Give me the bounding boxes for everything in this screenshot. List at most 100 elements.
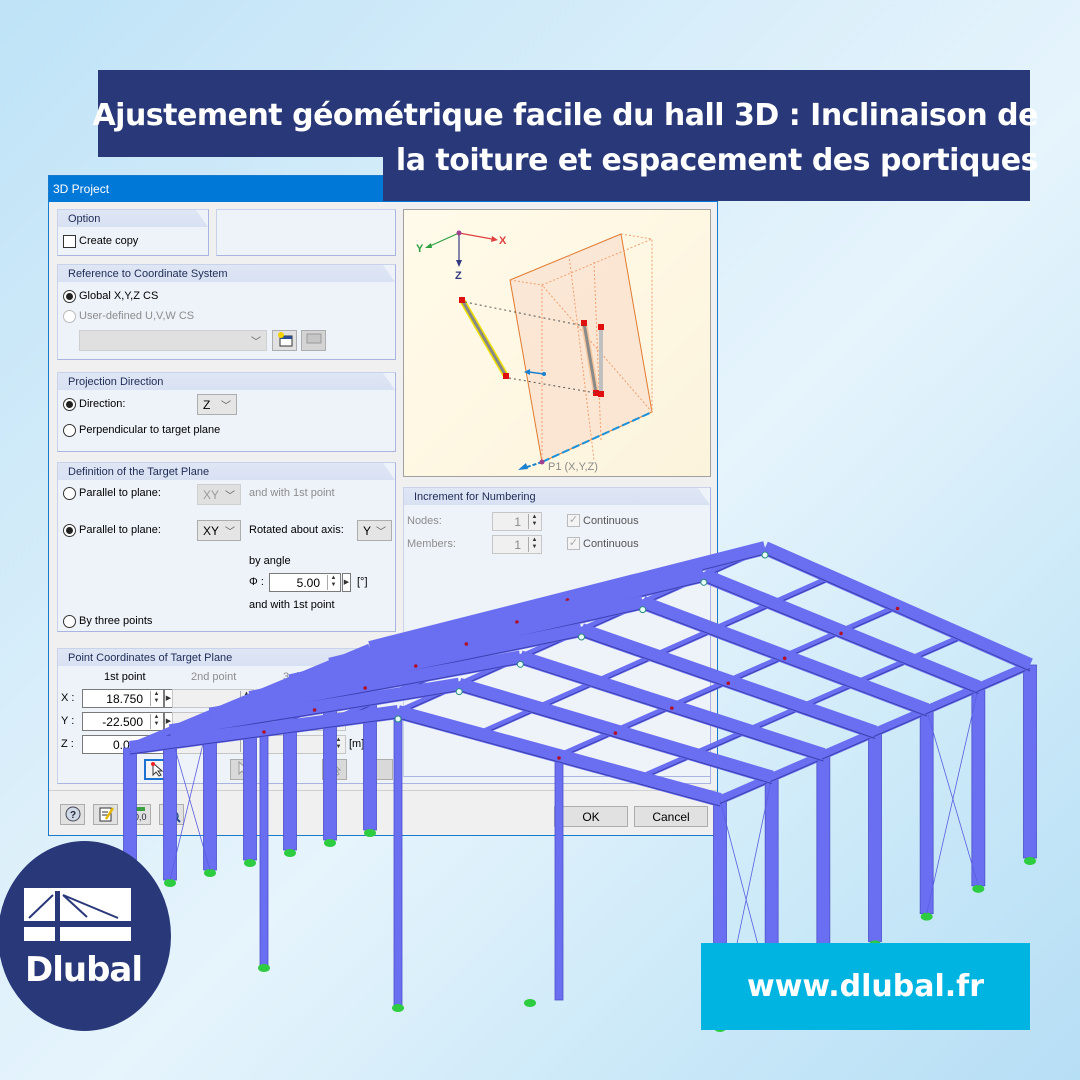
footer-divider (49, 790, 717, 791)
nodes-increment-input[interactable]: 1 ▲ ▼ (492, 512, 542, 531)
new-window-icon (277, 332, 292, 347)
y-label: Y : (61, 715, 75, 727)
x3-input[interactable]: ▲ ▼ (264, 689, 346, 708)
phi-spinner[interactable]: ▲ ▼ (327, 575, 339, 590)
pick-point-3-button[interactable] (322, 759, 347, 780)
user-defined-cs-radio[interactable] (63, 310, 76, 323)
z2-spinner[interactable]: ▲ ▼ (240, 737, 252, 752)
parallel-plane-1-value: XY (203, 488, 220, 502)
chevron-down-icon: ﹀ (225, 491, 235, 502)
p1-label: P1 (X,Y,Z) (548, 461, 598, 473)
z2-input[interactable]: ▲ ▼ (172, 735, 254, 754)
z3-spinner[interactable]: ▲ ▼ (332, 737, 344, 752)
nodes-label: Nodes: (407, 515, 442, 527)
x1-spinner[interactable]: ▲ ▼ (150, 691, 162, 706)
phi-unit: [°] (357, 576, 368, 588)
perpendicular-radio[interactable] (63, 424, 76, 437)
x2-spinner[interactable]: ▲ ▼ (240, 691, 252, 706)
rafter-right (701, 568, 981, 694)
help-button[interactable]: ? (60, 804, 85, 825)
new-cs-button[interactable] (272, 330, 297, 351)
parallel-plane-2-select[interactable]: XY ﹀ (197, 520, 241, 541)
z3-input[interactable]: ▲ ▼ (264, 735, 346, 754)
member-node (726, 681, 731, 686)
y1-spinner[interactable]: ▲ ▼ (150, 714, 162, 729)
nodes-spinner[interactable]: ▲ ▼ (528, 514, 540, 529)
edit-icon (99, 807, 114, 822)
hinge-node (761, 551, 769, 559)
parallel-plane-1-radio[interactable] (63, 487, 76, 500)
member-node (895, 606, 900, 611)
phi-angle-input[interactable]: 5.00 ▲ ▼ (269, 573, 341, 592)
pick-three-points-button[interactable] (368, 759, 393, 780)
y1-value: -22.500 (102, 715, 143, 729)
projection-diagram: X Y Z P1 (X,Y,Z) (416, 230, 653, 473)
rotated-axis-select[interactable]: Y ﹀ (357, 520, 392, 541)
members-increment-input[interactable]: 1 ▲ ▼ (492, 535, 542, 554)
chevron-down-icon: ﹀ (225, 527, 235, 538)
z1-spinner[interactable]: ▲ ▼ (150, 737, 162, 752)
direction-select[interactable]: Z ﹀ (197, 394, 237, 415)
column-right (919, 709, 934, 915)
column-right (1023, 664, 1037, 859)
cursor-pick-icon (330, 760, 341, 776)
parallel-plane-1-select[interactable]: XY ﹀ (197, 484, 241, 505)
pick-point-1-button[interactable] (144, 759, 169, 780)
headline-line-1: Ajustement géométrique facile du hall 3D… (92, 98, 1038, 133)
three-points-label: By three points (79, 615, 153, 627)
x2-input[interactable]: ▲ ▼ (172, 689, 254, 708)
edit-cs-button[interactable] (301, 330, 326, 351)
cancel-button[interactable]: Cancel (634, 806, 708, 827)
members-continuous-label: Continuous (583, 538, 639, 550)
parallel-plane-2-radio[interactable] (63, 524, 76, 537)
rafter-right (762, 541, 1033, 672)
members-continuous-checkbox[interactable]: ✓ (567, 537, 580, 550)
pick-point-2-button[interactable] (230, 759, 255, 780)
z1-value: 0.000 (112, 738, 143, 752)
target-plane-box (509, 233, 653, 463)
y3-spinner[interactable]: ▲ ▼ (332, 714, 344, 729)
projection-direction-group: Projection Direction Direction: Z ﹀ Perp… (57, 372, 396, 452)
three-points-radio[interactable] (63, 615, 76, 628)
column-right (816, 754, 831, 970)
dlubal-logo (0, 841, 171, 1031)
x3-spinner[interactable]: ▲ ▼ (332, 691, 344, 706)
support-icon (1024, 857, 1036, 865)
ok-button[interactable]: OK (554, 806, 628, 827)
phi-more-button[interactable]: ▶ (342, 573, 351, 592)
purlin (718, 660, 1032, 805)
3d-project-dialog: 3D Project Option Create copy Reference … (48, 175, 718, 836)
website-url[interactable]: www.dlubal.fr (701, 943, 1030, 1030)
projection-preview: X Y Z P1 (X,Y,Z) (403, 209, 711, 477)
axis-triad (425, 230, 498, 267)
edit-button[interactable] (93, 804, 118, 825)
global-cs-radio[interactable] (63, 290, 76, 303)
members-spinner[interactable]: ▲ ▼ (528, 537, 540, 552)
z1-input[interactable]: 0.000 ▲ ▼ (82, 735, 164, 754)
x1-value: 18.750 (106, 692, 143, 706)
create-copy-checkbox[interactable] (63, 235, 76, 248)
coordinate-system-title: Reference to Coordinate System (58, 265, 395, 282)
col-3rd-point: 3rd point (283, 671, 326, 683)
y2-spinner[interactable]: ▲ ▼ (240, 714, 252, 729)
support-icon (258, 964, 270, 972)
nodes-continuous-checkbox[interactable]: ✓ (567, 514, 580, 527)
bracing-member (926, 687, 979, 914)
rafter-right-edge (703, 580, 979, 694)
y1-input[interactable]: -22.500 ▲ ▼ (82, 712, 164, 731)
y3-input[interactable]: ▲ ▼ (264, 712, 346, 731)
svg-text:?: ? (70, 810, 76, 821)
column-right (971, 687, 986, 887)
members-increment-value: 1 (514, 538, 521, 552)
option-group-title: Option (58, 210, 208, 227)
direction-radio[interactable] (63, 398, 76, 411)
y2-input[interactable]: ▲ ▼ (172, 712, 254, 731)
numbering-title: Increment for Numbering (404, 488, 710, 505)
user-cs-select[interactable]: ﹀ (79, 330, 267, 351)
axis-x-label: X (499, 235, 507, 247)
column-right (868, 732, 882, 942)
x1-input[interactable]: 18.750 ▲ ▼ (82, 689, 164, 708)
view-button[interactable] (159, 804, 184, 825)
rotated-axis-label: Rotated about axis: (249, 524, 344, 536)
units-button[interactable]: 0,0 (126, 804, 151, 825)
